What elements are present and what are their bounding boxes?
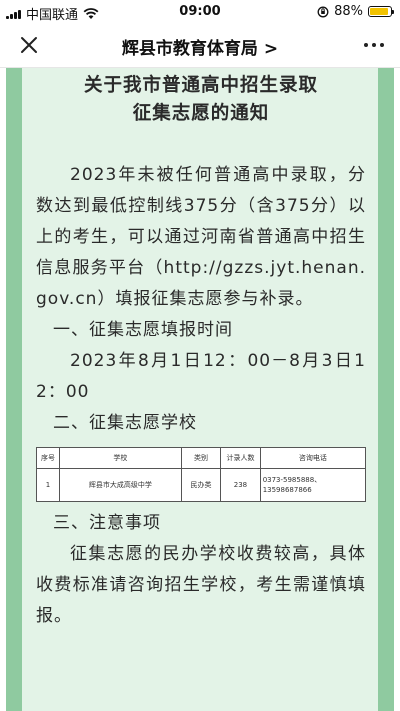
cell-phone: 0373-5985888、 13598687866 (259, 468, 367, 502)
phone-2: 13598687866 (262, 486, 312, 494)
cell-category: 民办类 (180, 468, 222, 502)
section-3-text: 征集志愿的民办学校收费较高，具体收费标准请咨询招生学校，考生需谨慎填报。 (36, 544, 366, 626)
article-content: 关于我市普通高中招生录取 征集志愿的通知 2023年未被任何普通高中录取，分数达… (35, 68, 367, 632)
col-school: 学校 (59, 447, 182, 469)
article-frame: 关于我市普通高中招生录取 征集志愿的通知 2023年未被任何普通高中录取，分数达… (6, 68, 394, 711)
intro-paragraph: 2023年未被任何普通高中录取，分数达到最低控制线375分（含375分）以上的考… (36, 165, 366, 309)
section-1-heading: 一、征集志愿填报时间 (53, 320, 233, 340)
account-name: 辉县市教育体育局 (121, 39, 258, 59)
orientation-lock-icon (317, 6, 329, 17)
title-line-2: 征集志愿的通知 (132, 103, 270, 124)
cell-no: 1 (35, 468, 61, 502)
battery-percent: 88% (334, 4, 363, 19)
cell-school: 辉县市大成高级中学 (59, 468, 182, 502)
schools-table: 序号 学校 类别 计录人数 咨询电话 1 辉县市大成高级中学 民办类 238 0… (35, 447, 367, 502)
nav-bar: 辉县市教育体育局 > (0, 24, 400, 68)
cell-count: 238 (220, 468, 261, 502)
section-3-heading: 三、注意事项 (53, 513, 161, 533)
status-right: 88% (317, 4, 394, 19)
phone-1: 0373-5985888、 (262, 476, 322, 484)
col-no: 序号 (35, 447, 61, 469)
col-phone: 咨询电话 (259, 447, 367, 469)
account-title[interactable]: 辉县市教育体育局 > (0, 34, 400, 59)
col-category: 类别 (180, 447, 222, 469)
title-line-1: 关于我市普通高中招生录取 (83, 75, 318, 96)
chevron-right-icon: > (263, 39, 279, 59)
section-2-heading: 二、征集志愿学校 (53, 413, 197, 433)
section-1-text: 2023年8月1日12：00－8月3日12：00 (36, 351, 366, 402)
table-row: 1 辉县市大成高级中学 民办类 238 0373-5985888、 135986… (35, 468, 367, 502)
article-title: 关于我市普通高中招生录取 征集志愿的通知 (36, 72, 366, 128)
more-icon[interactable] (364, 43, 384, 47)
col-count: 计录人数 (220, 447, 261, 469)
battery-icon (368, 6, 394, 17)
table-header-row: 序号 学校 类别 计录人数 咨询电话 (35, 447, 367, 469)
status-bar: 中国联通 09:00 88% (0, 0, 400, 24)
